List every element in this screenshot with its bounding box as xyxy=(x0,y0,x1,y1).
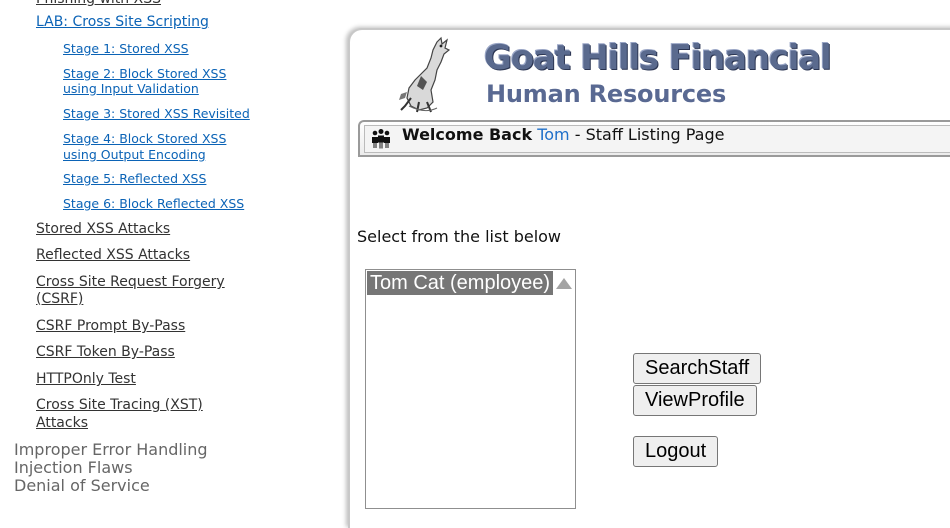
menu-item-xst[interactable]: Cross Site Tracing (XST) xyxy=(36,397,203,414)
menu-item-stage-2[interactable]: Stage 2: Block Stored XSS xyxy=(63,66,226,82)
menu-item-stage-4-line2[interactable]: using Output Encoding xyxy=(63,147,206,163)
lesson-menu: Phishing with XSS LAB: Cross Site Script… xyxy=(0,0,330,495)
menu-item-stored-xss-attacks[interactable]: Stored XSS Attacks xyxy=(36,221,170,238)
menu-item-csrf-line2[interactable]: (CSRF) xyxy=(36,291,83,308)
menu-item-csrf[interactable]: Cross Site Request Forgery xyxy=(36,274,225,291)
select-label: Select from the list below xyxy=(357,227,562,246)
menu-item-csrf-token-bypass[interactable]: CSRF Token By-Pass xyxy=(36,344,175,361)
menu-item-phishing-xss[interactable]: Phishing with XSS xyxy=(36,0,161,8)
menu-item-csrf-prompt-bypass[interactable]: CSRF Prompt By-Pass xyxy=(36,318,185,335)
welcome-prefix: Welcome Back xyxy=(402,125,533,144)
menu-item-stage-3[interactable]: Stage 3: Stored XSS Revisited xyxy=(63,106,250,122)
menu-item-stage-4[interactable]: Stage 4: Block Stored XSS xyxy=(63,131,226,147)
menu-item-stage-6[interactable]: Stage 6: Block Reflected XSS xyxy=(63,196,244,212)
category-improper-error-handling[interactable]: Improper Error Handling xyxy=(14,441,208,459)
menu-item-stage-5[interactable]: Stage 5: Reflected XSS xyxy=(63,171,206,187)
staff-option-tom-cat[interactable]: Tom Cat (employee) xyxy=(367,271,553,295)
menu-item-reflected-xss-attacks[interactable]: Reflected XSS Attacks xyxy=(36,247,190,264)
welcome-user: Tom xyxy=(537,125,570,144)
logout-button[interactable]: Logout xyxy=(633,436,719,467)
logo-subtitle: Human Resources xyxy=(486,80,727,108)
category-denial-of-service[interactable]: Denial of Service xyxy=(14,477,150,495)
scroll-up-arrow-icon[interactable] xyxy=(556,278,572,289)
people-icon xyxy=(372,129,390,149)
logo-title: Goat Hills Financial xyxy=(484,38,832,78)
menu-item-stage-2-line2[interactable]: using Input Validation xyxy=(63,81,199,97)
menu-item-stage-1[interactable]: Stage 1: Stored XSS xyxy=(63,41,189,57)
goat-logo-icon xyxy=(399,36,451,113)
menu-item-xst-line2[interactable]: Attacks xyxy=(36,415,88,432)
search-staff-button[interactable]: SearchStaff xyxy=(633,353,762,384)
menu-item-httponly-test[interactable]: HTTPOnly Test xyxy=(36,371,136,388)
category-injection-flaws[interactable]: Injection Flaws xyxy=(14,459,133,477)
staff-listbox[interactable]: Tom Cat (employee) xyxy=(365,269,576,509)
welcome-suffix: - Staff Listing Page xyxy=(569,125,725,144)
welcome-text: Welcome Back Tom - Staff Listing Page xyxy=(402,125,724,144)
view-profile-button[interactable]: ViewProfile xyxy=(633,385,757,416)
menu-item-lab-xss[interactable]: LAB: Cross Site Scripting xyxy=(36,14,209,31)
